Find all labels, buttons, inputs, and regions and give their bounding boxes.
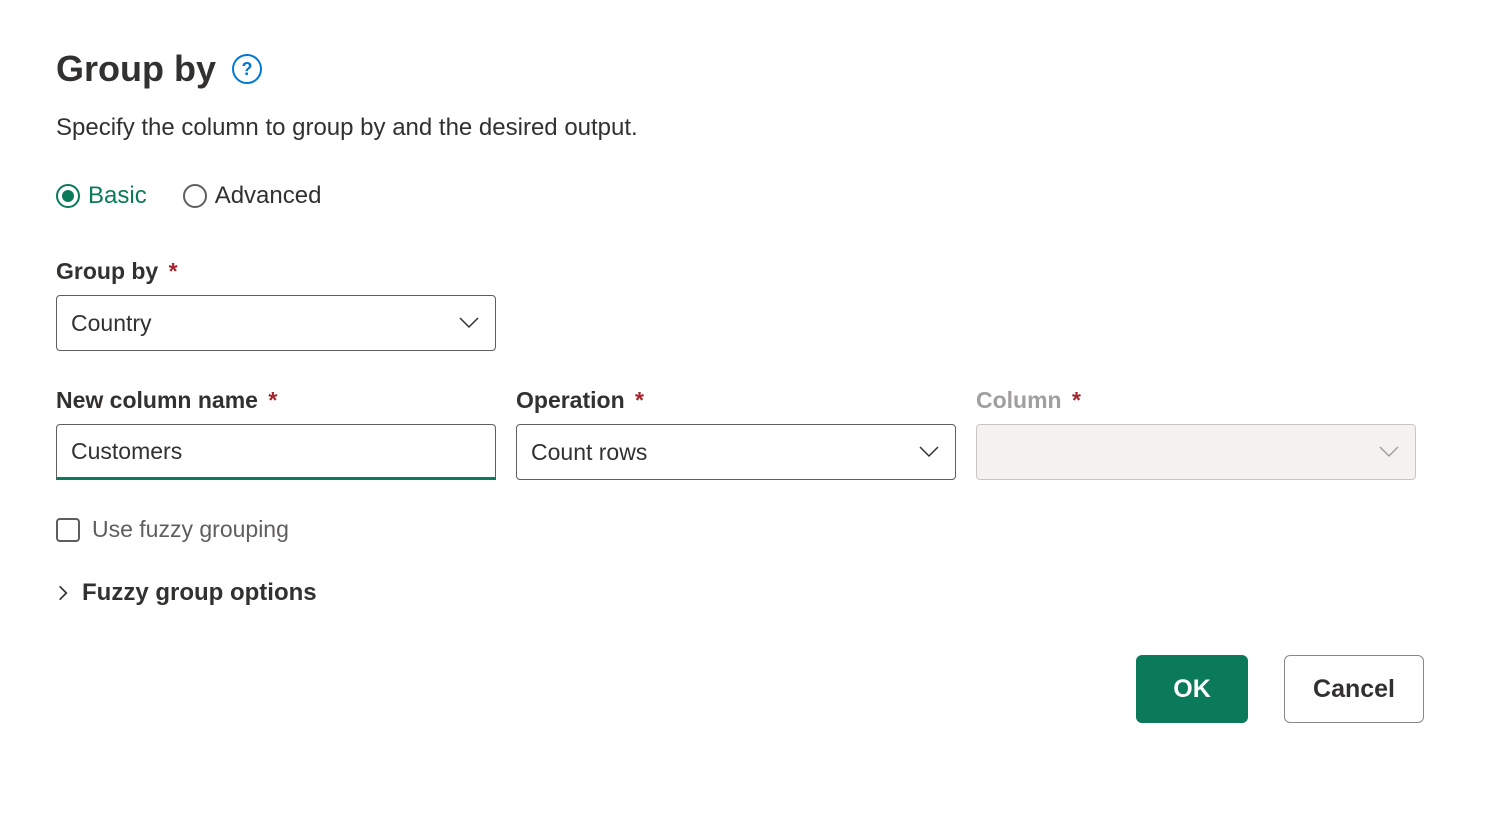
new-column-label: New column name * — [56, 387, 496, 414]
dialog-buttons: OK Cancel — [56, 655, 1432, 723]
group-by-label: Group by * — [56, 258, 1432, 285]
group-by-dropdown[interactable]: Country — [56, 295, 496, 351]
mode-radio-group: Basic Advanced — [56, 182, 1432, 210]
radio-circle-icon — [56, 184, 80, 208]
radio-circle-icon — [183, 184, 207, 208]
cancel-button[interactable]: Cancel — [1284, 655, 1424, 723]
dialog-title: Group by — [56, 48, 216, 90]
required-asterisk: * — [268, 387, 277, 413]
dialog-description: Specify the column to group by and the d… — [56, 114, 1432, 142]
radio-advanced-label: Advanced — [215, 182, 322, 210]
column-dropdown — [976, 424, 1416, 480]
group-by-value: Country — [71, 310, 457, 337]
fuzzy-options-expander[interactable]: Fuzzy group options — [56, 579, 1432, 607]
fuzzy-options-label: Fuzzy group options — [82, 579, 317, 607]
required-asterisk: * — [169, 258, 178, 284]
checkbox-icon — [56, 518, 80, 542]
radio-advanced[interactable]: Advanced — [183, 182, 322, 210]
column-field: Column * — [976, 387, 1416, 480]
fuzzy-grouping-label: Use fuzzy grouping — [92, 516, 289, 543]
operation-label: Operation * — [516, 387, 956, 414]
dialog-header: Group by ? — [56, 48, 1432, 90]
column-label: Column * — [976, 387, 1416, 414]
operation-value: Count rows — [531, 439, 917, 466]
aggregation-row: New column name * Operation * Count rows… — [56, 387, 1432, 480]
fuzzy-grouping-checkbox[interactable]: Use fuzzy grouping — [56, 516, 1432, 543]
chevron-down-icon — [917, 440, 941, 464]
operation-dropdown[interactable]: Count rows — [516, 424, 956, 480]
chevron-down-icon — [457, 311, 481, 335]
chevron-down-icon — [1377, 440, 1401, 464]
help-icon[interactable]: ? — [232, 54, 262, 84]
radio-basic[interactable]: Basic — [56, 182, 147, 210]
chevron-right-icon — [56, 581, 70, 605]
new-column-field: New column name * — [56, 387, 496, 480]
required-asterisk: * — [1072, 387, 1081, 413]
required-asterisk: * — [635, 387, 644, 413]
ok-button[interactable]: OK — [1136, 655, 1248, 723]
group-by-field: Group by * Country — [56, 258, 1432, 351]
radio-basic-label: Basic — [88, 182, 147, 210]
operation-field: Operation * Count rows — [516, 387, 956, 480]
new-column-input[interactable] — [56, 424, 496, 480]
